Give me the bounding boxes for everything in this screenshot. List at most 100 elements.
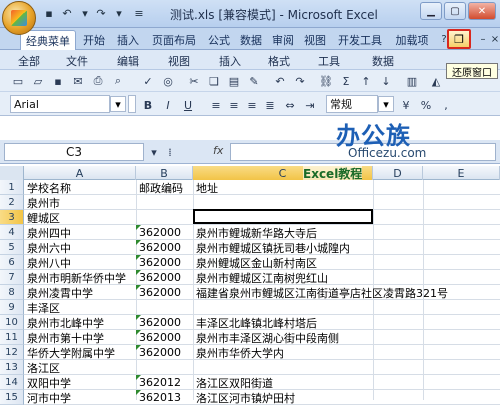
formula-bar-resize-icon[interactable]: ⁞ xyxy=(162,144,178,160)
tab-formulas[interactable]: 公式 xyxy=(204,30,234,50)
cell-c[interactable]: 洛江区双阳街道 xyxy=(193,375,373,390)
print-preview-icon[interactable]: ⌕ xyxy=(110,73,126,89)
cell-c[interactable] xyxy=(193,300,373,315)
drawing-icon[interactable]: ◭ xyxy=(428,73,444,89)
cell-c[interactable]: 福建省泉州市鲤城区江南街道亭店社区凌霄路321号 xyxy=(193,285,448,300)
indent-icon[interactable]: ⇥ xyxy=(302,97,318,113)
menu-format[interactable]: 格式 xyxy=(268,53,290,69)
number-format-select[interactable]: 常规 xyxy=(326,95,378,113)
save-disk-icon[interactable]: ▪ xyxy=(50,73,66,89)
cell-b[interactable]: 362000 xyxy=(136,255,193,270)
cell-c[interactable]: 地址 xyxy=(193,180,373,195)
minimize-button[interactable]: ▁ xyxy=(420,2,442,20)
row-header[interactable]: 14 xyxy=(0,375,24,390)
undo-icon[interactable]: ↶ xyxy=(58,5,76,21)
cell-a[interactable]: 泉州八中 xyxy=(24,255,136,270)
maximize-button[interactable]: ▢ xyxy=(444,2,466,20)
cell-b[interactable] xyxy=(136,195,193,210)
cell-a[interactable]: 泉州市 xyxy=(24,195,136,210)
font-size-select[interactable] xyxy=(128,95,136,113)
row-header[interactable]: 9 xyxy=(0,300,24,315)
cut-icon[interactable]: ✂ xyxy=(186,73,202,89)
cell-b[interactable] xyxy=(136,210,193,225)
menu-file[interactable]: 文件 xyxy=(66,53,88,69)
cell-b[interactable]: 362000 xyxy=(136,270,193,285)
column-header-e[interactable]: E xyxy=(423,166,500,180)
cell-c[interactable] xyxy=(193,360,373,375)
redo-toolbar-icon[interactable]: ↷ xyxy=(292,73,308,89)
cell-c[interactable]: 洛江区河市镇炉田村 xyxy=(193,390,373,405)
tab-addins[interactable]: 加载项 xyxy=(390,30,434,50)
paste-icon[interactable]: ▤ xyxy=(226,73,242,89)
row-header[interactable]: 15 xyxy=(0,390,24,405)
cell-a[interactable]: 丰泽区 xyxy=(24,300,136,315)
insert-function-button[interactable]: fx xyxy=(213,144,223,157)
workbook-close-icon[interactable]: × xyxy=(488,32,500,46)
cell-b[interactable]: 362000 xyxy=(136,345,193,360)
cell-b[interactable]: 362000 xyxy=(136,315,193,330)
office-button[interactable] xyxy=(2,1,36,35)
cell-c[interactable]: 泉州市华侨大学内 xyxy=(193,345,373,360)
column-header-d[interactable]: D xyxy=(373,166,423,180)
active-cell[interactable] xyxy=(193,209,373,224)
cell-a[interactable]: 洛江区 xyxy=(24,360,136,375)
cell-b[interactable]: 362013 xyxy=(136,390,193,405)
undo-toolbar-icon[interactable]: ↶ xyxy=(272,73,288,89)
justify-icon[interactable]: ≣ xyxy=(262,97,278,113)
print-icon[interactable]: ⎙ xyxy=(90,73,106,89)
cell-a[interactable]: 华侨大学附属中学 xyxy=(24,345,136,360)
close-button[interactable]: ✕ xyxy=(468,2,496,20)
autosum-icon[interactable]: Σ xyxy=(338,73,354,89)
sort-descending-icon[interactable]: ↓ xyxy=(378,73,394,89)
select-all-corner[interactable] xyxy=(0,166,24,180)
row-header[interactable]: 7 xyxy=(0,270,24,285)
row-header[interactable]: 12 xyxy=(0,345,24,360)
cell-c[interactable]: 丰泽区北峰镇北峰村塔后 xyxy=(193,315,373,330)
row-header[interactable]: 4 xyxy=(0,225,24,240)
tab-insert[interactable]: 插入 xyxy=(112,30,144,50)
tab-classic-menu[interactable]: 经典菜单 xyxy=(20,30,76,50)
new-file-icon[interactable]: ▭ xyxy=(10,73,26,89)
email-icon[interactable]: ✉ xyxy=(70,73,86,89)
cell-c[interactable]: 泉州鲤城区金山新村南区 xyxy=(193,255,373,270)
tab-developer[interactable]: 开发工具 xyxy=(332,30,388,50)
cell-b[interactable]: 362000 xyxy=(136,330,193,345)
column-header-b[interactable]: B xyxy=(136,166,193,180)
font-name-dropdown-icon[interactable]: ▾ xyxy=(110,96,126,112)
row-header[interactable]: 11 xyxy=(0,330,24,345)
cell-a[interactable]: 泉州凌霄中学 xyxy=(24,285,136,300)
align-right-icon[interactable]: ≡ xyxy=(244,97,260,113)
format-painter-icon[interactable]: ✎ xyxy=(246,73,262,89)
cell-a[interactable]: 河市中学 xyxy=(24,390,136,405)
redo-dropdown-icon[interactable]: ▾ xyxy=(110,5,128,21)
open-folder-icon[interactable]: ▱ xyxy=(30,73,46,89)
save-icon[interactable]: ▪ xyxy=(40,5,58,21)
font-name-select[interactable]: Arial xyxy=(10,95,110,113)
sort-ascending-icon[interactable]: ↑ xyxy=(358,73,374,89)
row-header[interactable]: 6 xyxy=(0,255,24,270)
menu-tools[interactable]: 工具 xyxy=(318,53,340,69)
row-header[interactable]: 2 xyxy=(0,195,24,210)
cell-a[interactable]: 学校名称 xyxy=(24,180,136,195)
menu-edit[interactable]: 编辑 xyxy=(117,53,139,69)
number-format-dropdown-icon[interactable]: ▾ xyxy=(378,96,394,112)
redo-icon[interactable]: ↷ xyxy=(92,5,110,21)
cell-c[interactable]: 泉州市鲤城区镇抚司巷小城隍内 xyxy=(193,240,373,255)
cell-b[interactable] xyxy=(136,360,193,375)
research-icon[interactable]: ◎ xyxy=(160,73,176,89)
cell-b[interactable]: 362000 xyxy=(136,240,193,255)
menu-insert[interactable]: 插入 xyxy=(219,53,241,69)
name-box[interactable]: C3 xyxy=(4,143,144,161)
menu-data[interactable]: 数据 xyxy=(372,53,394,69)
italic-icon[interactable]: I xyxy=(160,97,176,113)
align-center-icon[interactable]: ≡ xyxy=(226,97,242,113)
underline-icon[interactable]: U xyxy=(180,97,196,113)
row-header[interactable]: 1 xyxy=(0,180,24,195)
restore-window-button[interactable]: ❐ xyxy=(447,29,471,49)
comma-style-icon[interactable]: , xyxy=(438,97,454,113)
tab-page-layout[interactable]: 页面布局 xyxy=(146,30,202,50)
tab-home[interactable]: 开始 xyxy=(78,30,110,50)
hyperlink-icon[interactable]: ⛓ xyxy=(318,73,334,89)
row-header[interactable]: 8 xyxy=(0,285,24,300)
cell-c[interactable]: 泉州市鲤城新华路大寺后 xyxy=(193,225,373,240)
